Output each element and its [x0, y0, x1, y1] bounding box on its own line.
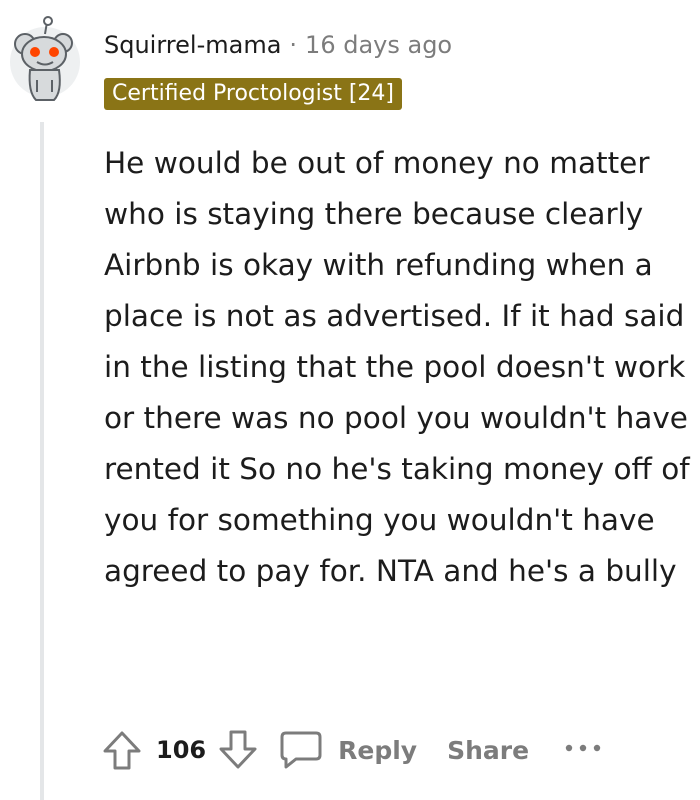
comment: Squirrel-mama · 16 days ago Certified Proc…	[0, 0, 700, 800]
speech-bubble-icon	[280, 731, 322, 769]
comment-meta: Squirrel-mama · 16 days ago	[104, 28, 452, 62]
thread-line[interactable]	[40, 122, 44, 800]
reply-button[interactable]: Reply	[278, 729, 417, 771]
avatar[interactable]	[8, 14, 82, 104]
meta-separator: ·	[289, 31, 298, 59]
arrow-down-icon	[219, 730, 257, 769]
share-button[interactable]: Share	[447, 736, 529, 765]
user-flair: Certified Proctologist [24]	[104, 78, 403, 110]
ellipsis-icon	[565, 744, 601, 752]
comment-actions: 106 Reply Share	[100, 725, 603, 775]
comment-age[interactable]: 16 days ago	[305, 31, 452, 59]
comment-body: He would be out of money no matter who i…	[104, 146, 690, 588]
snoo-avatar-icon	[10, 16, 80, 101]
downvote-button[interactable]	[216, 728, 260, 772]
more-options-button[interactable]	[563, 740, 603, 760]
upvote-button[interactable]	[100, 728, 144, 772]
arrow-up-icon	[103, 731, 141, 770]
vote-count: 106	[156, 736, 207, 764]
reply-label[interactable]: Reply	[338, 736, 417, 765]
author-name[interactable]: Squirrel-mama	[104, 31, 281, 59]
